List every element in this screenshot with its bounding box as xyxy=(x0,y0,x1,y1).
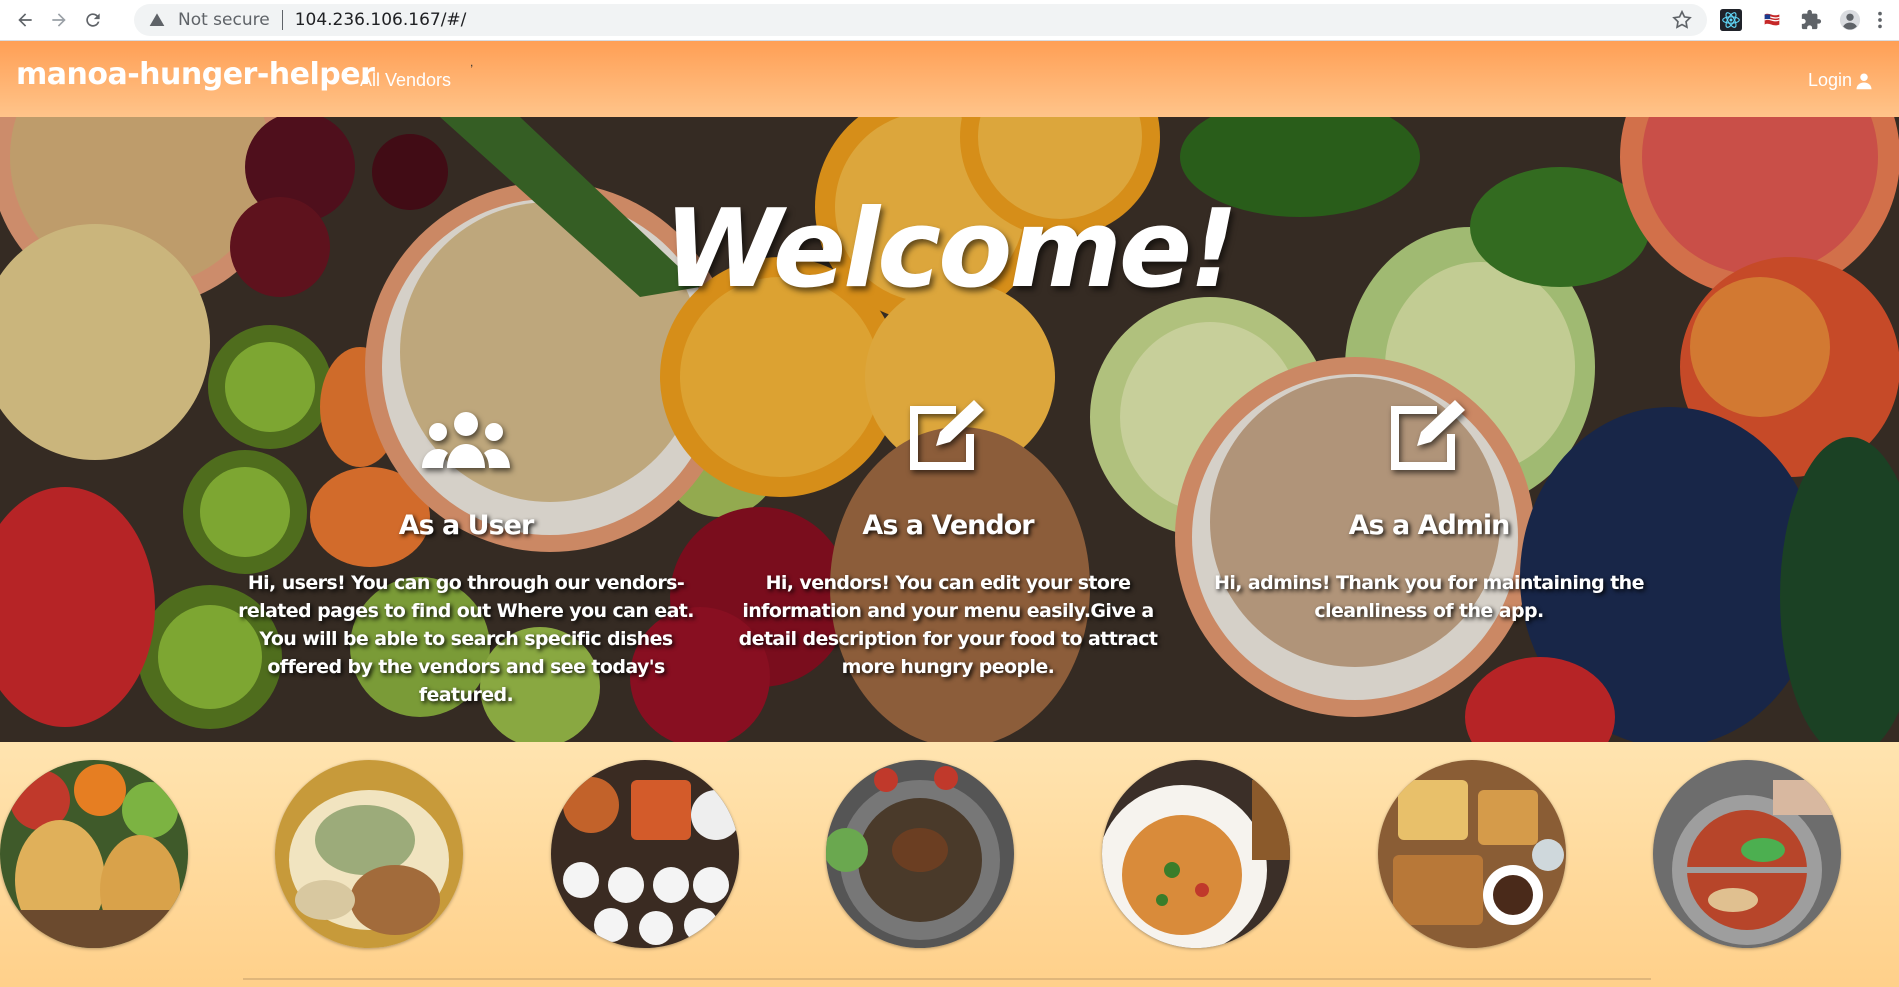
hero-section: Welcome! As a User Hi, users! You can go… xyxy=(0,117,1899,742)
login-label: Login xyxy=(1807,70,1852,90)
gallery-photo-platter[interactable] xyxy=(1378,760,1566,948)
role-heading-admin: As a Admin xyxy=(1348,510,1511,541)
role-text-vendor: Hi, vendors! You can edit your store inf… xyxy=(738,572,1158,678)
flag-extension-icon[interactable] xyxy=(1760,8,1784,32)
role-text-admin: Hi, admins! Thank you for maintaining th… xyxy=(1214,572,1644,622)
omnibox-divider xyxy=(281,10,283,30)
gallery-divider xyxy=(243,978,1651,980)
role-card-admin: As a Admin Hi, admins! Thank you for mai… xyxy=(1199,400,1659,625)
gallery-photo-korean-bbq[interactable] xyxy=(826,760,1014,948)
profile-icon[interactable] xyxy=(1838,8,1862,32)
app-navbar: manoa-hunger-helper All Vendors , Login xyxy=(0,41,1899,117)
role-heading-vendor: As a Vendor xyxy=(862,510,1034,541)
gallery-photo-korean-banchan[interactable] xyxy=(551,760,739,948)
role-card-vendor: As a Vendor Hi, vendors! You can edit yo… xyxy=(718,400,1178,681)
warning-icon xyxy=(148,11,166,29)
address-bar[interactable]: Not secure 104.236.106.167/#/ xyxy=(134,4,1707,36)
reload-icon xyxy=(86,13,100,27)
user-icon xyxy=(1856,73,1872,89)
role-card-user: As a User Hi, users! You can go through … xyxy=(236,400,696,709)
url-text[interactable]: 104.236.106.167/#/ xyxy=(295,10,467,30)
nav-link-all-vendors[interactable]: All Vendors xyxy=(360,70,451,91)
role-text-user: Hi, users! You can go through our vendor… xyxy=(238,572,694,706)
react-devtools-icon[interactable] xyxy=(1719,8,1743,32)
puzzle-icon[interactable] xyxy=(1799,8,1823,32)
forward-icon xyxy=(52,13,66,27)
login-button[interactable]: Login xyxy=(1808,70,1873,91)
forward-button[interactable] xyxy=(44,5,74,35)
gallery-photo-hot-pot[interactable] xyxy=(1653,760,1841,948)
role-heading-user: As a User xyxy=(398,510,535,541)
gallery-photo-egg-waffles[interactable] xyxy=(0,760,188,948)
welcome-heading: Welcome! xyxy=(663,187,1239,312)
back-icon xyxy=(18,13,32,27)
food-gallery xyxy=(0,742,1899,987)
edit-icon xyxy=(718,400,1178,470)
menu-icon[interactable] xyxy=(1872,8,1888,32)
star-icon[interactable] xyxy=(1671,9,1693,31)
security-label[interactable]: Not secure xyxy=(178,10,270,30)
brand-logo-text[interactable]: manoa-hunger-helper xyxy=(16,57,375,92)
gallery-photo-noodle-dish[interactable] xyxy=(275,760,463,948)
edit-icon xyxy=(1199,400,1659,470)
back-button[interactable] xyxy=(10,5,40,35)
gallery-photo-pasta[interactable] xyxy=(1102,760,1290,948)
browser-toolbar: Not secure 104.236.106.167/#/ xyxy=(0,0,1899,41)
users-icon xyxy=(236,400,696,470)
reload-button[interactable] xyxy=(78,5,108,35)
stray-mark: , xyxy=(470,55,474,69)
